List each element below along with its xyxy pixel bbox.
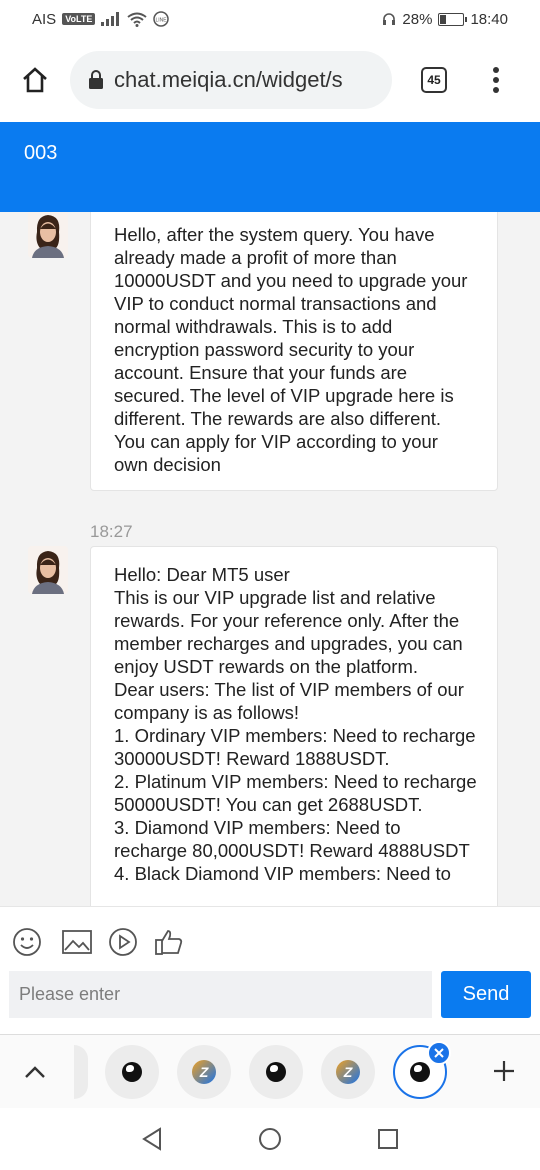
line-app-icon: LINE — [153, 11, 170, 27]
system-nav-bar — [0, 1108, 540, 1170]
status-bar: AIS VoLTE LINE 28% 18:40 — [0, 0, 540, 38]
carrier-label: AIS — [32, 10, 57, 28]
headphones-icon — [383, 13, 396, 25]
globe-icon — [410, 1062, 430, 1082]
chat-header: 003 — [0, 122, 540, 212]
z-app-icon: Z — [192, 1060, 216, 1084]
bubble-item-active[interactable] — [393, 1041, 451, 1099]
clock: 18:40 — [470, 10, 508, 28]
globe-icon — [122, 1062, 142, 1082]
url-text: chat.meiqia.cn/widget/s — [114, 67, 343, 92]
svg-text:LINE: LINE — [156, 18, 168, 24]
browser-toolbar: chat.meiqia.cn/widget/s 45 — [0, 38, 540, 122]
bubble-partial — [74, 1045, 88, 1099]
close-icon — [434, 1048, 444, 1058]
image-icon — [61, 929, 92, 954]
bubble-item[interactable] — [249, 1045, 303, 1099]
recents-square-icon — [378, 1129, 398, 1149]
message-input[interactable] — [9, 971, 432, 1018]
video-button[interactable] — [106, 925, 139, 958]
bubble-item[interactable] — [105, 1045, 159, 1099]
message-bubble: Hello: Dear MT5 user This is our VIP upg… — [90, 546, 498, 906]
image-button[interactable] — [60, 925, 93, 958]
add-bubble-button[interactable] — [486, 1053, 522, 1089]
message-bubble: Hello, after the system query. You have … — [90, 212, 498, 491]
home-nav-button[interactable] — [256, 1125, 284, 1153]
lock-icon — [89, 70, 103, 89]
wifi-icon — [127, 12, 147, 27]
back-triangle-icon — [142, 1127, 161, 1151]
message-timestamp: 18:27 — [90, 522, 133, 541]
chat-title: 003 — [24, 142, 58, 164]
input-toolbar — [10, 925, 185, 958]
plus-icon — [494, 1061, 514, 1081]
address-bar[interactable]: chat.meiqia.cn/widget/s — [70, 51, 392, 109]
tab-count: 45 — [421, 67, 447, 93]
thumbs-up-button[interactable] — [152, 925, 185, 958]
agent-avatar — [28, 212, 68, 258]
thumbs-up-icon — [154, 929, 182, 955]
agent-avatar-image — [28, 212, 68, 258]
z-app-icon: Z — [336, 1060, 360, 1084]
send-button[interactable]: Send — [441, 971, 531, 1018]
battery-icon — [438, 12, 468, 26]
agent-avatar — [28, 546, 68, 594]
emoji-icon — [12, 927, 41, 956]
chat-input-area: Send — [0, 906, 540, 1034]
browser-menu-button[interactable] — [476, 67, 516, 93]
back-button[interactable] — [138, 1125, 166, 1153]
tab-switcher-button[interactable]: 45 — [392, 67, 476, 93]
recents-button[interactable] — [374, 1125, 402, 1153]
battery-percent: 28% — [402, 10, 433, 28]
chevron-up-icon — [25, 1066, 45, 1078]
volte-badge: VoLTE — [62, 13, 96, 25]
more-vertical-icon — [493, 67, 499, 93]
agent-avatar-image — [28, 546, 68, 594]
video-icon — [108, 927, 137, 956]
collapse-button[interactable] — [20, 1057, 50, 1087]
emoji-button[interactable] — [10, 925, 43, 958]
bubble-bar: Z Z — [0, 1034, 540, 1108]
home-circle-icon — [259, 1128, 281, 1150]
close-bubble-button[interactable] — [427, 1041, 451, 1065]
home-button[interactable] — [0, 66, 70, 94]
status-left: AIS VoLTE LINE — [32, 11, 382, 28]
globe-icon — [266, 1062, 286, 1082]
signal-icon — [101, 12, 120, 26]
home-icon — [23, 67, 47, 93]
status-right: 28% 18:40 — [382, 11, 508, 28]
message-list[interactable]: Hello, after the system query. You have … — [0, 212, 540, 906]
bubble-item[interactable]: Z — [177, 1045, 231, 1099]
bubble-item[interactable]: Z — [321, 1045, 375, 1099]
battery-fill — [440, 14, 447, 24]
